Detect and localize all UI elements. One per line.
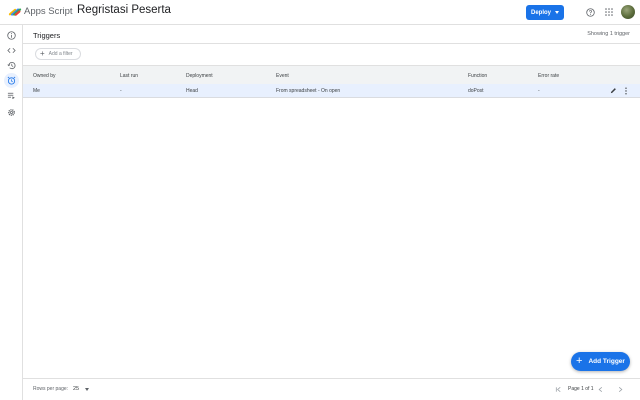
chevron-right-icon[interactable]: [617, 386, 624, 393]
column-header-event[interactable]: Event: [276, 73, 289, 79]
queue-list-icon: [7, 92, 15, 100]
rows-per-page-label: Rows per page:: [33, 386, 69, 392]
add-trigger-label: Add Trigger: [588, 358, 625, 365]
sidebar-item-history[interactable]: [4, 58, 19, 73]
first-page-icon[interactable]: [555, 386, 562, 393]
edit-icon[interactable]: [610, 87, 617, 94]
divider: [23, 378, 640, 379]
table-header: Owned by Last run Deployment Event Funct…: [23, 66, 640, 85]
plus-icon: +: [576, 355, 583, 367]
top-bar: Apps Script Regristasi Peserta Deploy: [0, 0, 640, 25]
cell-deployment: Head: [186, 88, 198, 94]
code-icon: [7, 47, 16, 54]
column-header-function[interactable]: Function: [468, 73, 487, 79]
add-filter-label: Add a filter: [48, 51, 73, 57]
cell-function: doPost: [468, 88, 484, 94]
more-vert-icon[interactable]: [624, 87, 628, 95]
app-name[interactable]: Apps Script: [24, 6, 73, 17]
sidebar-item-triggers[interactable]: [4, 73, 19, 88]
cell-last-run: -: [120, 88, 122, 94]
apps-script-logo[interactable]: [8, 6, 22, 18]
deploy-label: Deploy: [530, 9, 551, 16]
chevron-left-icon[interactable]: [597, 386, 604, 393]
divider: [23, 43, 640, 44]
column-header-last-run[interactable]: Last run: [120, 73, 138, 79]
avatar[interactable]: [621, 5, 635, 19]
gear-icon: [8, 109, 15, 116]
help-icon[interactable]: [586, 8, 595, 17]
history-icon: [7, 62, 16, 70]
sidebar-item-editor[interactable]: [4, 43, 19, 58]
add-trigger-button[interactable]: + Add Trigger: [571, 352, 630, 371]
cell-event: From spreadsheet - On open: [276, 88, 341, 94]
column-header-deployment[interactable]: Deployment: [186, 73, 213, 79]
info-icon: [7, 31, 16, 40]
page-title: Triggers: [33, 31, 61, 40]
cell-owned-by: Me: [33, 88, 40, 94]
chevron-down-icon[interactable]: [85, 388, 89, 391]
cell-error-rate: -: [538, 88, 540, 94]
page-indicator: Page 1 of 1: [568, 386, 594, 392]
sidebar-item-overview[interactable]: [4, 28, 19, 43]
add-filter-button[interactable]: + Add a filter: [35, 48, 81, 60]
project-title[interactable]: Regristasi Peserta: [77, 4, 171, 16]
table-row[interactable]: Me - Head From spreadsheet - On open doP…: [23, 84, 640, 98]
sidebar: [0, 25, 23, 400]
alarm-icon: [7, 76, 16, 85]
apps-grid-icon[interactable]: [605, 8, 613, 16]
results-count: Showing 1 trigger: [587, 31, 630, 37]
deploy-button[interactable]: Deploy: [526, 5, 564, 20]
sidebar-item-executions[interactable]: [4, 88, 19, 103]
sidebar-item-settings[interactable]: [4, 105, 19, 120]
plus-icon: +: [40, 49, 45, 58]
main-content: Triggers Showing 1 trigger + Add a filte…: [23, 25, 640, 400]
column-header-error-rate[interactable]: Error rate: [538, 73, 559, 79]
chevron-down-icon: [555, 11, 559, 14]
rows-per-page-select[interactable]: 25: [73, 386, 79, 392]
column-header-owned-by[interactable]: Owned by: [33, 73, 56, 79]
